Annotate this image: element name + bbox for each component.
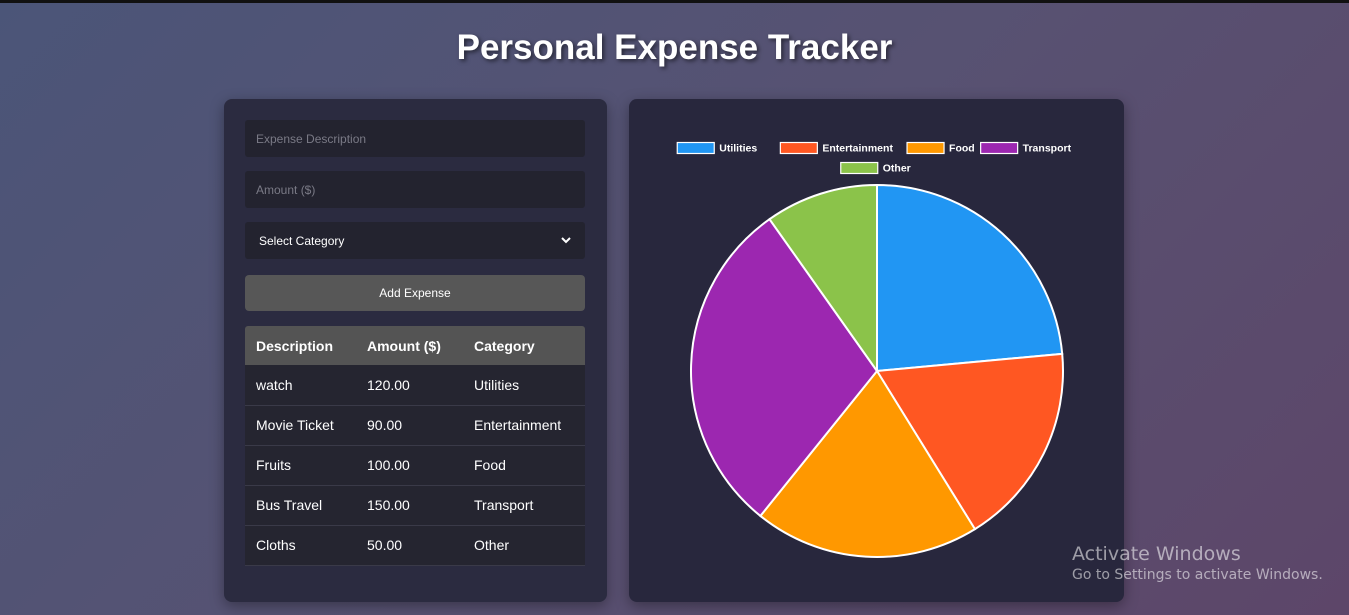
cell-category: Utilities — [463, 365, 585, 406]
legend-swatch-food — [906, 141, 945, 155]
activate-windows-watermark: Activate Windows Go to Settings to activ… — [1072, 543, 1323, 583]
legend-item-entertainment[interactable]: Entertainment — [779, 141, 893, 155]
table-header-row: Description Amount ($) Category — [245, 326, 585, 365]
cell-amount: 90.00 — [356, 405, 463, 446]
expense-table: Description Amount ($) Category watch 12… — [245, 326, 585, 566]
page-title: Personal Expense Tracker — [456, 28, 893, 67]
expense-pie-chart: Utilities Entertainment Food Transport Other — [676, 141, 1072, 558]
table-row: Fruits 100.00 Food — [245, 445, 585, 486]
legend-item-utilities[interactable]: Utilities — [676, 141, 757, 155]
legend-swatch-utilities — [676, 141, 715, 155]
cell-description: Cloths — [245, 525, 356, 566]
table-row: watch 120.00 Utilities — [245, 365, 585, 406]
header-description[interactable]: Description — [245, 326, 356, 365]
legend-label-utilities: Utilities — [719, 143, 757, 155]
watermark-subtitle: Go to Settings to activate Windows. — [1072, 567, 1323, 583]
cell-category: Transport — [463, 485, 585, 526]
table-row: Movie Ticket 90.00 Entertainment — [245, 405, 585, 446]
expense-description-input[interactable] — [245, 120, 585, 157]
pie-slice-utilities[interactable] — [876, 183, 1064, 373]
header-category[interactable]: Category — [463, 326, 585, 365]
legend-swatch-entertainment — [779, 141, 818, 155]
legend-label-transport: Transport — [1023, 143, 1072, 155]
cell-amount: 100.00 — [356, 445, 463, 486]
watermark-title: Activate Windows — [1072, 543, 1241, 565]
window-top-border — [0, 0, 1349, 3]
expense-form-panel: Select Category Add Expense Description … — [224, 99, 607, 602]
cell-amount: 50.00 — [356, 525, 463, 566]
table-row: Bus Travel 150.00 Transport — [245, 485, 585, 526]
cell-description: watch — [245, 365, 356, 406]
category-select[interactable]: Select Category — [245, 222, 585, 259]
legend-item-other[interactable]: Other — [840, 161, 911, 175]
cell-description: Bus Travel — [245, 485, 356, 526]
chart-panel: Utilities Entertainment Food Transport Other — [629, 99, 1124, 602]
add-expense-button[interactable]: Add Expense — [245, 275, 585, 311]
legend-swatch-other — [840, 161, 879, 175]
cell-category: Entertainment — [463, 405, 585, 446]
cell-description: Movie Ticket — [245, 405, 356, 446]
amount-input[interactable] — [245, 171, 585, 208]
cell-amount: 150.00 — [356, 485, 463, 526]
cell-amount: 120.00 — [356, 365, 463, 406]
legend-label-entertainment: Entertainment — [822, 143, 893, 155]
cell-description: Fruits — [245, 445, 356, 486]
legend-item-transport[interactable]: Transport — [980, 141, 1072, 155]
table-row: Cloths 50.00 Other — [245, 525, 585, 566]
category-select-value: Select Category — [259, 233, 345, 248]
legend-label-other: Other — [883, 163, 911, 175]
header-amount[interactable]: Amount ($) — [356, 326, 463, 365]
legend-label-food: Food — [949, 143, 975, 155]
cell-category: Food — [463, 445, 585, 486]
cell-category: Other — [463, 525, 585, 566]
legend-item-food[interactable]: Food — [906, 141, 975, 155]
chevron-down-icon — [561, 237, 571, 244]
legend-swatch-transport — [980, 141, 1019, 155]
